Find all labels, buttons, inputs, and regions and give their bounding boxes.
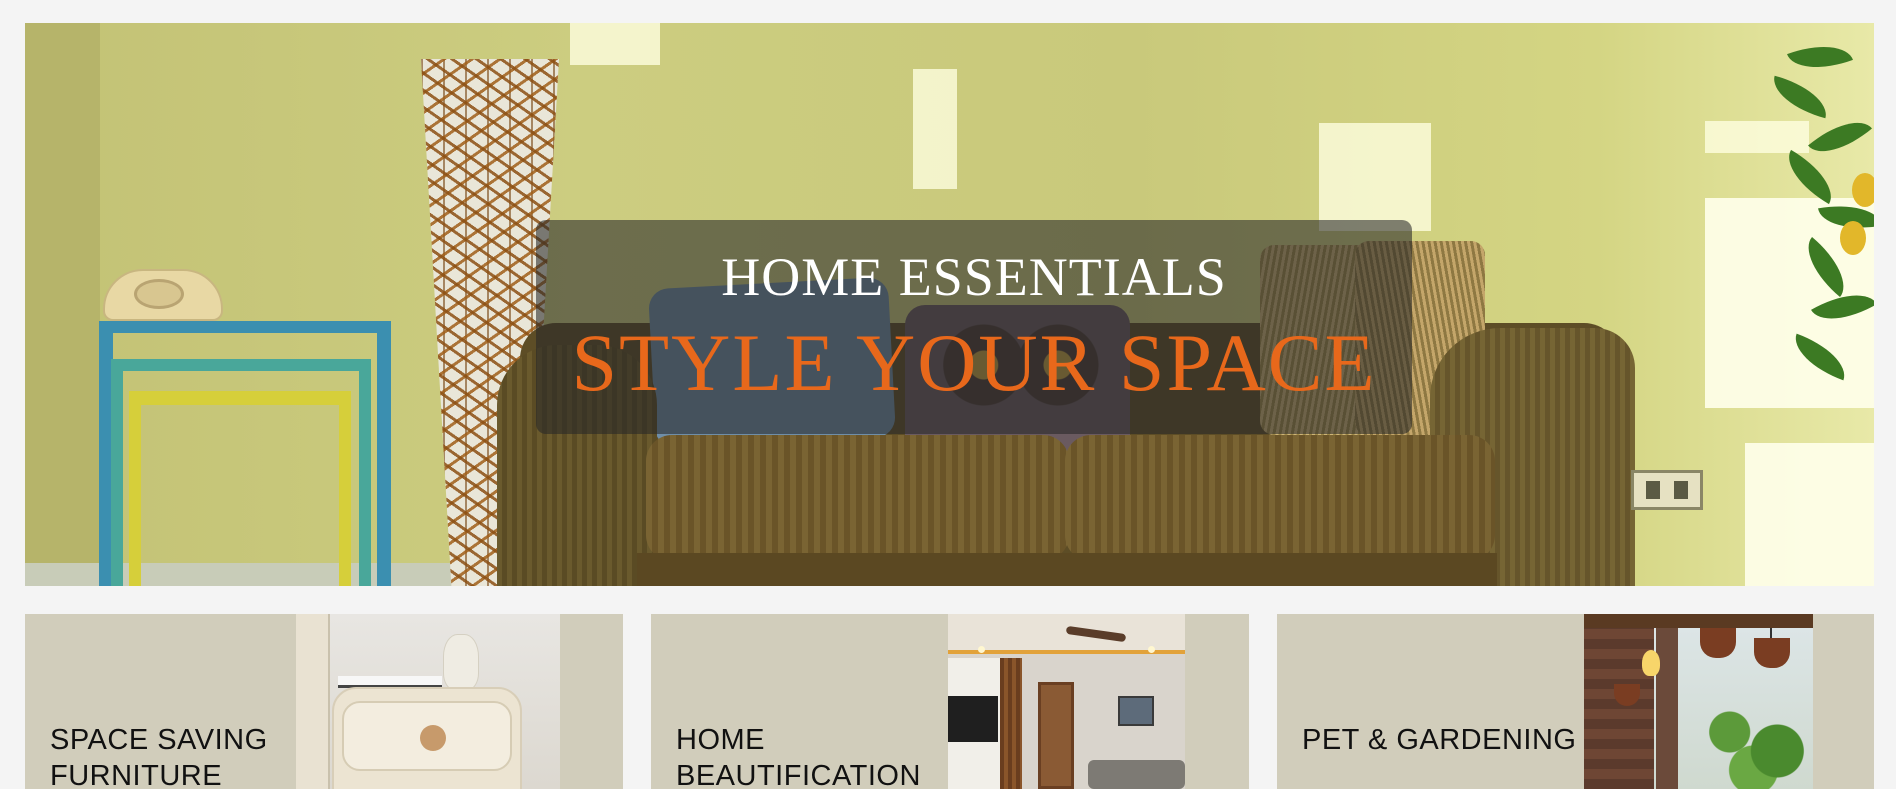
wall-outlet <box>1631 470 1703 510</box>
sofa-base <box>637 553 1497 586</box>
hero-banner[interactable]: HOME ESSENTIALS STYLE YOUR SPACE <box>25 23 1874 586</box>
category-card-label: PET & GARDENING <box>1302 724 1577 756</box>
sunlight-patch <box>913 69 957 189</box>
sunlight-patch <box>570 23 660 65</box>
lemon-plant <box>1760 23 1874 423</box>
sunlight-patch <box>1319 123 1431 231</box>
category-card-label: SPACE SAVING FURNITURE <box>50 724 268 789</box>
side-table-yellow <box>129 391 351 586</box>
category-card-pet-gardening[interactable]: PET & GARDENING <box>1277 614 1874 789</box>
hero-wall-shade <box>25 23 100 586</box>
category-card-label: HOME BEAUTIFICATION <box>676 724 921 789</box>
category-card-space-saving-furniture[interactable]: SPACE SAVING FURNITURE <box>25 614 623 789</box>
rotary-phone-dial <box>134 279 184 309</box>
balcony-garden-image <box>1584 614 1813 789</box>
category-card-home-beautification[interactable]: HOME BEAUTIFICATION <box>651 614 1249 789</box>
hero-subtitle: HOME ESSENTIALS <box>721 247 1227 307</box>
sofa-cushion <box>646 435 1069 561</box>
sofa-cushion <box>1065 435 1495 561</box>
hero-overlay-panel: HOME ESSENTIALS STYLE YOUR SPACE <box>536 220 1412 434</box>
living-room-image <box>948 614 1185 789</box>
hero-title: STYLE YOUR SPACE <box>571 317 1377 408</box>
sunlight-patch <box>1745 443 1874 586</box>
bedside-cabinet-image <box>296 614 560 789</box>
